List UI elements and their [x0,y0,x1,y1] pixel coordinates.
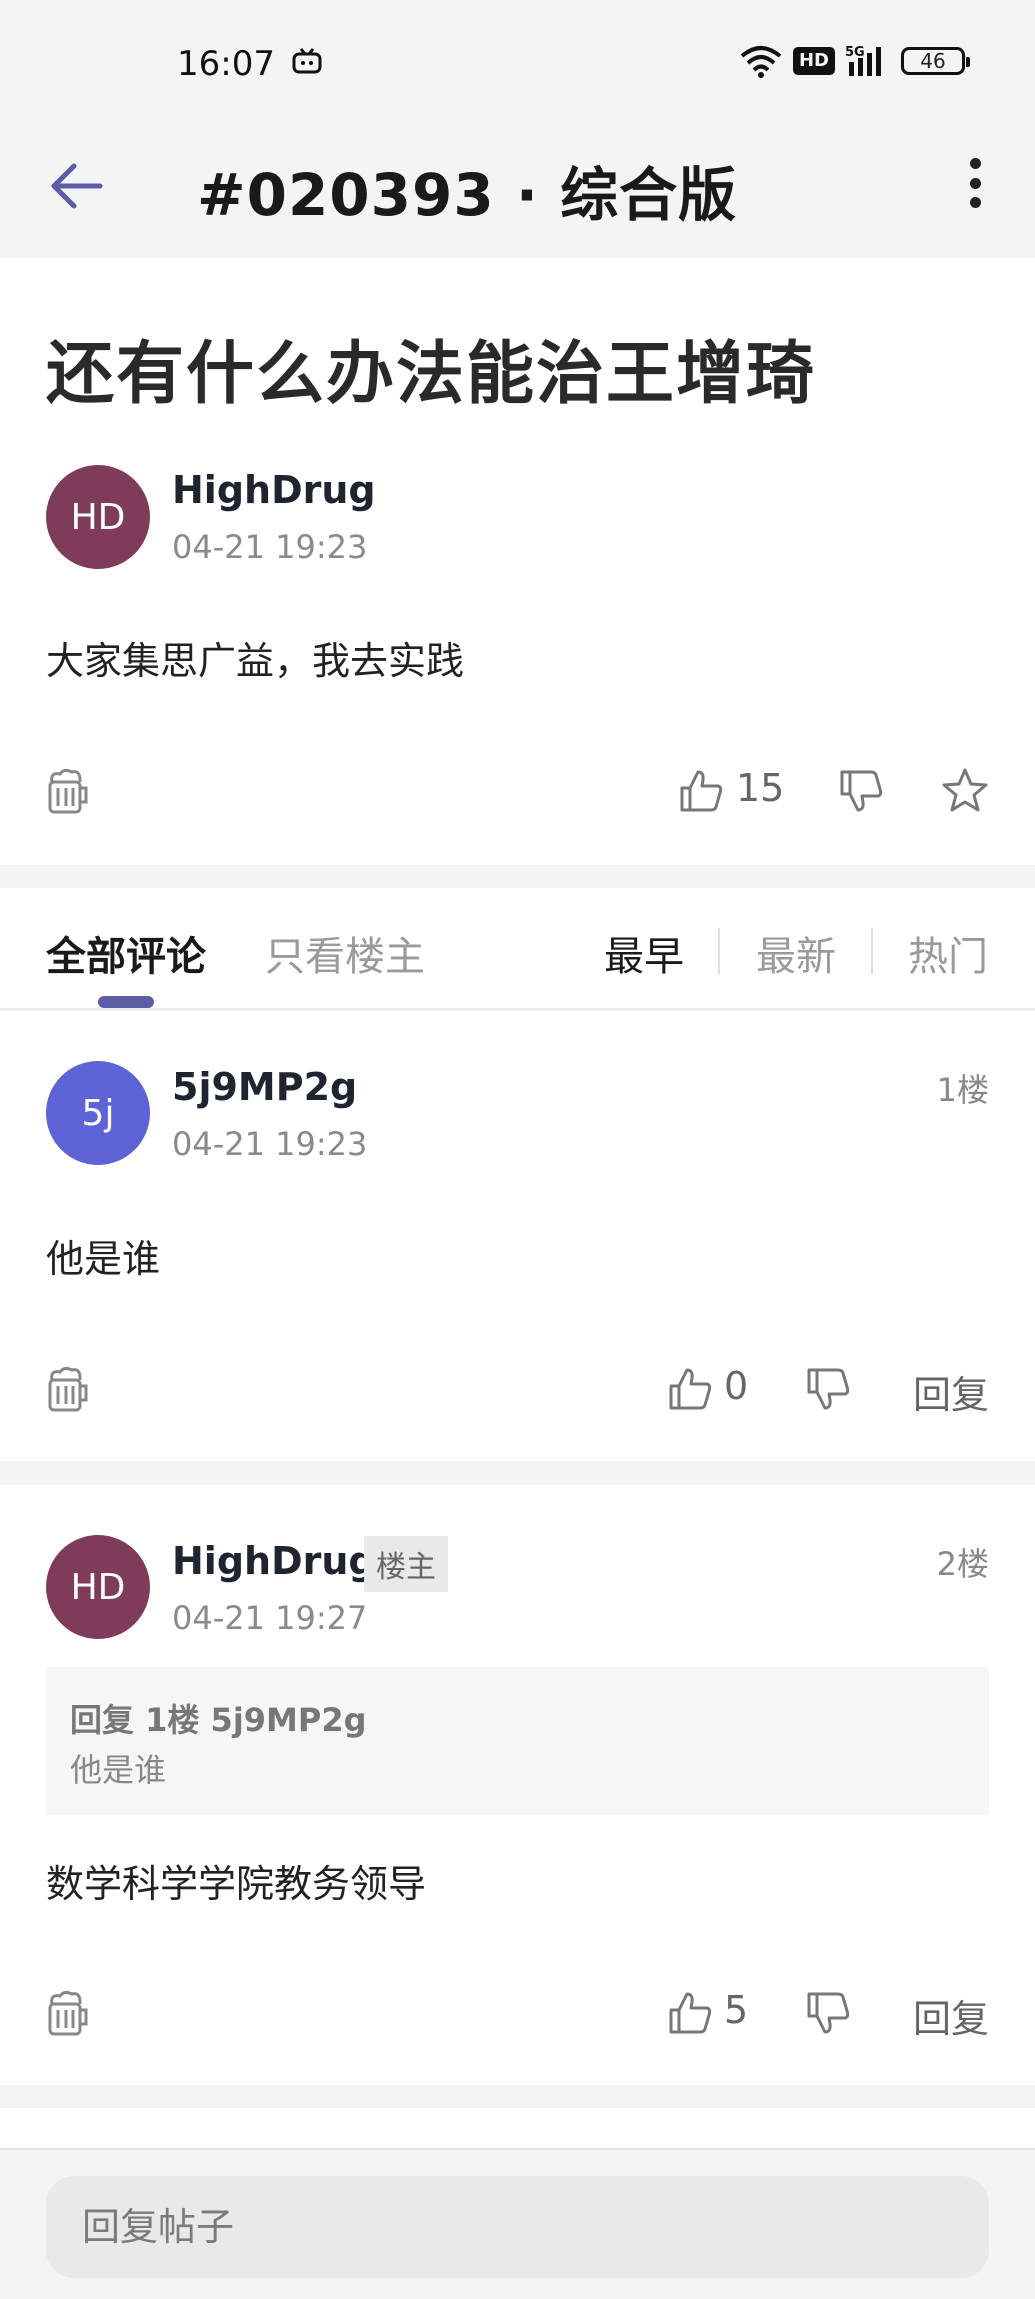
divider [718,928,720,974]
more-vertical-icon[interactable] [960,148,990,218]
comment-actions: 5 回复 [0,1985,1035,2045]
signal-icon: 5G [845,45,881,76]
quote-header: 回复 1楼 5j9MP2g [70,1701,367,1739]
thumbs-down-icon[interactable] [805,1990,851,2036]
divider [0,1008,1035,1010]
divider [871,928,873,974]
reply-button[interactable]: 回复 [913,1988,989,2043]
bottom-reply-bar [0,2148,1035,2299]
quote-text: 他是谁 [70,1751,167,1789]
like-count: 15 [736,766,785,810]
quoted-reply[interactable]: 回复 1楼 5j9MP2g 他是谁 [46,1667,989,1815]
comment-tabs: 全部评论 只看楼主 最早 最新 热门 [0,888,1035,1010]
comment-item: HD HighDrug 楼主 04-21 19:27 2楼 回复 1楼 5j9M… [0,1485,1035,2085]
wifi-icon [740,46,782,78]
avatar[interactable]: HD [46,465,150,569]
post-title: 还有什么办法能治王增琦 [46,335,817,414]
sort-newest[interactable]: 最新 [756,924,836,982]
star-icon[interactable] [942,767,988,813]
op-badge: 楼主 [364,1536,448,1592]
thumbs-up-icon[interactable] [667,1990,713,2036]
active-tab-indicator [98,996,154,1008]
floor-number: 2楼 [936,1545,989,1583]
original-post: 还有什么办法能治王增琦 HD HighDrug 04-21 19:23 大家集思… [0,258,1035,865]
svg-text:5G: 5G [845,45,865,60]
thumbs-down-icon[interactable] [805,1366,851,1412]
tab-op-only[interactable]: 只看楼主 [265,924,425,982]
comment-content: 数学科学学院教务领导 [46,1862,427,1906]
floor-number: 1楼 [936,1071,989,1109]
commenter-name[interactable]: 5j9MP2g [172,1065,357,1109]
battery-icon: 46 [901,47,970,75]
reply-button[interactable]: 回复 [913,1364,989,1419]
beer-mug-icon[interactable] [46,1990,88,2038]
post-date: 04-21 19:23 [172,528,368,566]
author-name[interactable]: HighDrug [172,468,376,512]
thumbs-down-icon[interactable] [838,768,884,814]
like-count: 0 [724,1364,749,1408]
comment-item: 5j 5j9MP2g 04-21 19:23 1楼 他是谁 0 回复 [0,1011,1035,1461]
beer-mug-icon[interactable] [46,768,88,816]
post-actions: 15 [0,763,1035,823]
avatar[interactable]: 5j [46,1061,150,1165]
thumbs-up-icon[interactable] [678,768,724,814]
post-content: 大家集思广益，我去实践 [46,639,465,683]
sort-earliest[interactable]: 最早 [604,924,684,982]
like-count: 5 [724,1988,749,2032]
comment-date: 04-21 19:27 [172,1599,368,1637]
status-icons: HD 5G 46 [739,44,970,78]
status-bar: 16:07 HD 5G 46 [0,0,1035,130]
reply-input[interactable] [46,2176,989,2278]
page-title: #020393 · 综合版 [197,161,738,229]
avatar[interactable]: HD [46,1535,150,1639]
tab-all-comments[interactable]: 全部评论 [46,924,206,982]
status-time: 16:07 [177,44,275,84]
list-item [0,2108,1035,2148]
comment-actions: 0 回复 [0,1361,1035,1421]
app-bar: #020393 · 综合版 [0,130,1035,258]
arrow-left-icon[interactable] [48,156,108,216]
sort-hottest[interactable]: 热门 [908,924,988,982]
comment-content: 他是谁 [46,1237,161,1281]
beer-mug-icon[interactable] [46,1366,88,1414]
comment-date: 04-21 19:23 [172,1125,368,1163]
tv-icon [292,48,322,74]
thumbs-up-icon[interactable] [667,1366,713,1412]
commenter-name[interactable]: HighDrug [172,1539,376,1583]
hd-badge: HD [792,47,835,75]
